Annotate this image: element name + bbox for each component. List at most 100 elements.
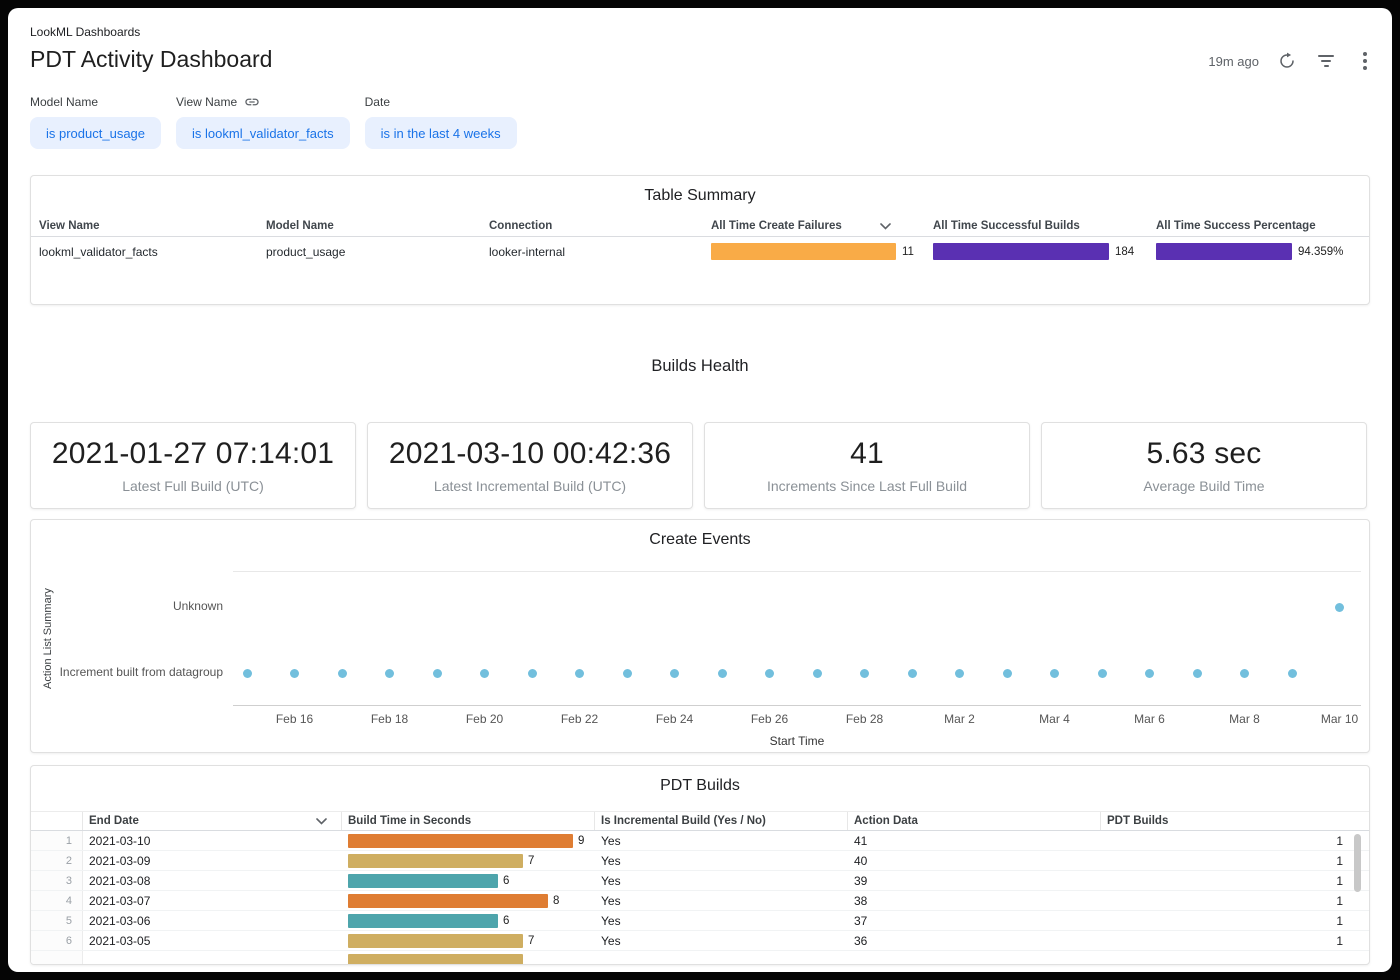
x-tick-label: Mar 8 (1229, 712, 1260, 726)
scatter-dot[interactable] (813, 669, 822, 678)
pdt-table-row: 12021-03-109Yes411 (31, 831, 1369, 851)
scatter-dot[interactable] (1193, 669, 1202, 678)
filter-chip-model-name[interactable]: is product_usage (30, 117, 161, 149)
x-tick-label: Feb 26 (751, 712, 788, 726)
refresh-button[interactable] (1276, 50, 1298, 72)
cell-build-time: 7 (342, 934, 595, 948)
cell-is-incremental: Yes (595, 874, 848, 888)
cell-build-time: 7 (342, 854, 595, 868)
column-header-pdt-builds[interactable]: PDT Builds (1101, 812, 1369, 830)
x-tick-label: Mar 10 (1321, 712, 1358, 726)
column-header-is-incremental[interactable]: Is Incremental Build (Yes / No) (595, 812, 848, 830)
build-time-bar (348, 894, 548, 908)
scatter-dot[interactable] (290, 669, 299, 678)
scatter-dot[interactable] (575, 669, 584, 678)
scatter-dot[interactable] (860, 669, 869, 678)
column-header-model-name[interactable]: Model Name (266, 220, 489, 232)
successful-builds-value: 184 (1115, 246, 1134, 258)
cell-end-date: 2021-03-06 (83, 914, 342, 928)
cell-pdt-builds: 1 (1101, 914, 1369, 928)
kpi-value: 41 (850, 437, 884, 471)
filter-label-text: Date (365, 95, 390, 109)
cell-create-failures: 11 (711, 243, 933, 260)
cell-is-incremental: Yes (595, 914, 848, 928)
row-number-column-header (31, 812, 83, 830)
more-menu-button[interactable] (1354, 50, 1376, 72)
scatter-dot[interactable] (1335, 603, 1344, 612)
scatter-dot[interactable] (385, 669, 394, 678)
filter-chip-view-name[interactable]: is lookml_validator_facts (176, 117, 350, 149)
column-header-view-name[interactable]: View Name (39, 220, 266, 232)
cell-connection: looker-internal (489, 245, 711, 259)
cell-success-percentage: 94.359% (1156, 243, 1369, 260)
scatter-dot[interactable] (1145, 669, 1154, 678)
scatter-dot[interactable] (1003, 669, 1012, 678)
cell-is-incremental: Yes (595, 854, 848, 868)
filter-toggle-button[interactable] (1315, 50, 1337, 72)
pdt-table-row: 22021-03-097Yes401 (31, 851, 1369, 871)
vertical-scrollbar-thumb[interactable] (1354, 834, 1361, 892)
kpi-value: 2021-03-10 00:42:36 (389, 437, 671, 471)
cell-end-date: 2021-03-05 (83, 934, 342, 948)
pdt-table-row: 62021-03-057Yes361 (31, 931, 1369, 951)
all-time-create-failures-bar (711, 243, 896, 260)
scatter-dot[interactable] (1050, 669, 1059, 678)
kpi-label: Increments Since Last Full Build (767, 478, 967, 494)
tile-title: Table Summary (31, 176, 1369, 205)
summary-table-row: lookml_validator_facts product_usage loo… (31, 238, 1369, 265)
kebab-menu-icon (1363, 52, 1367, 70)
column-header-action-data[interactable]: Action Data (848, 812, 1101, 830)
row-number (31, 951, 83, 965)
filter-icon (1318, 55, 1334, 67)
scatter-dot[interactable] (765, 669, 774, 678)
filter-label-text: Model Name (30, 95, 98, 109)
create-events-plot (233, 571, 1361, 706)
scatter-dot[interactable] (480, 669, 489, 678)
row-number: 5 (31, 911, 83, 930)
chevron-down-icon[interactable] (880, 223, 891, 230)
scatter-dot[interactable] (955, 669, 964, 678)
scatter-dot[interactable] (338, 669, 347, 678)
column-header-connection[interactable]: Connection (489, 220, 711, 232)
build-time-value: 7 (528, 855, 534, 867)
scatter-dot[interactable] (718, 669, 727, 678)
chevron-down-icon[interactable] (316, 818, 327, 825)
scatter-dot[interactable] (908, 669, 917, 678)
scatter-dot[interactable] (670, 669, 679, 678)
cell-action-data: 36 (848, 934, 1101, 948)
x-tick-label: Mar 4 (1039, 712, 1070, 726)
cell-build-time: 9 (342, 834, 595, 848)
breadcrumb[interactable]: LookML Dashboards (30, 25, 140, 39)
all-time-success-percentage-bar (1156, 243, 1292, 260)
row-number: 2 (31, 851, 83, 870)
x-tick-label: Feb 16 (276, 712, 313, 726)
cell-end-date: 2021-03-07 (83, 894, 342, 908)
scatter-dot[interactable] (243, 669, 252, 678)
scatter-dot[interactable] (1288, 669, 1297, 678)
cell-is-incremental: Yes (595, 894, 848, 908)
scatter-dot[interactable] (1098, 669, 1107, 678)
kpi-average-build-time: 5.63 sec Average Build Time (1041, 422, 1367, 509)
summary-table-header: View Name Model Name Connection All Time… (31, 216, 1369, 237)
last-refresh-text: 19m ago (1208, 54, 1259, 69)
column-header-create-failures[interactable]: All Time Create Failures (711, 220, 933, 232)
pdt-table-body: 12021-03-109Yes41122021-03-097Yes4013202… (31, 831, 1369, 965)
build-time-value: 8 (553, 895, 559, 907)
cell-action-data: 39 (848, 874, 1101, 888)
scatter-dot[interactable] (1240, 669, 1249, 678)
filter-chip-date[interactable]: is in the last 4 weeks (365, 117, 517, 149)
scatter-dot[interactable] (433, 669, 442, 678)
build-time-bar (348, 834, 573, 848)
column-header-end-date[interactable]: End Date (83, 812, 342, 830)
scatter-dot[interactable] (623, 669, 632, 678)
column-header-successful-builds[interactable]: All Time Successful Builds (933, 220, 1156, 232)
x-tick-label: Mar 2 (944, 712, 975, 726)
category-label-unknown: Unknown (31, 599, 223, 613)
build-time-bar (348, 934, 523, 948)
row-number: 3 (31, 871, 83, 890)
column-header-build-time[interactable]: Build Time in Seconds (342, 812, 595, 830)
scatter-dot[interactable] (528, 669, 537, 678)
column-header-success-percentage[interactable]: All Time Success Percentage (1156, 220, 1369, 232)
create-failures-value: 11 (902, 246, 914, 258)
section-title-builds-health: Builds Health (8, 357, 1392, 376)
